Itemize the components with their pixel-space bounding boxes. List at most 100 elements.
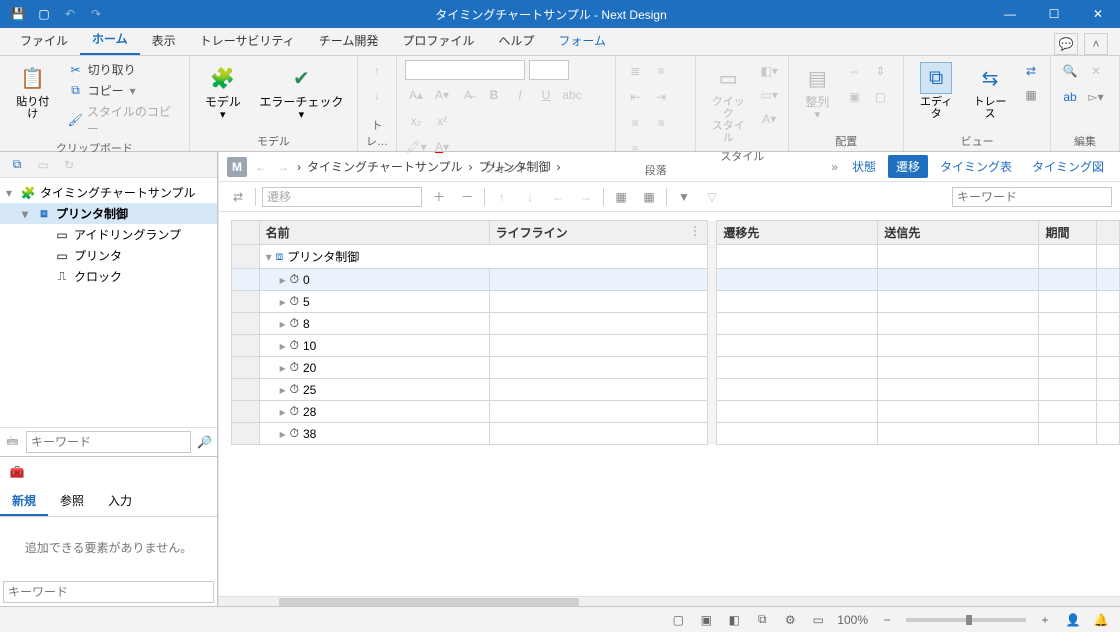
delete-icon[interactable]: ✕ [1085, 60, 1107, 82]
ptab-input[interactable]: 入力 [96, 487, 144, 516]
type-combo[interactable]: 遷移 [262, 187, 422, 207]
panel-search-input[interactable] [3, 581, 214, 603]
align-center-icon[interactable]: ≡ [650, 112, 672, 134]
superscript-icon[interactable]: x² [431, 110, 453, 132]
horizontal-scrollbar[interactable] [219, 596, 1120, 606]
replace-icon[interactable]: ab [1059, 86, 1081, 108]
decrease-font-icon[interactable]: A▾ [431, 84, 453, 106]
editor-button[interactable]: ⧉エディタ [912, 60, 960, 122]
tab-file[interactable]: ファイル [8, 26, 80, 55]
subscript-icon[interactable]: x₂ [405, 110, 427, 132]
sb-icon-6[interactable]: ▭ [809, 611, 827, 629]
table-row[interactable]: ▸⏱38 [232, 423, 1120, 445]
table-row[interactable]: ▸⏱0 [232, 269, 1120, 291]
dist-h-icon[interactable]: ⇔ [844, 60, 866, 82]
quickstyle-button[interactable]: ▭クイック スタイル [704, 60, 752, 146]
copy-button[interactable]: ⧉コピー▾ [64, 81, 181, 100]
arrow-up-icon[interactable]: ↑ [366, 60, 388, 82]
ptab-ref[interactable]: 参照 [48, 487, 96, 516]
view-timing-table[interactable]: タイミング表 [932, 155, 1020, 178]
move-up-icon[interactable]: ↑ [491, 186, 513, 208]
tree-item-printer-control[interactable]: ▾⧈プリンタ制御 [0, 203, 217, 224]
font-family-combo[interactable] [405, 60, 525, 80]
bold-icon[interactable]: B [483, 84, 505, 106]
col-lifeline[interactable]: ライフライン⋮ [489, 221, 708, 245]
filter-icon[interactable]: ▼ [673, 186, 695, 208]
increase-font-icon[interactable]: A▴ [405, 84, 427, 106]
save-icon[interactable]: 💾 [6, 2, 30, 26]
view-transition[interactable]: 遷移 [888, 155, 928, 178]
table-row[interactable]: ▸⏱25 [232, 379, 1120, 401]
col-dest[interactable]: 遷移先 [717, 221, 878, 245]
filter-clear-icon[interactable]: ▽ [701, 186, 723, 208]
redo-icon[interactable]: ↷ [84, 2, 108, 26]
tab-help[interactable]: ヘルプ [486, 26, 546, 55]
move-right-icon[interactable]: → [575, 186, 597, 208]
stylecopy-button[interactable]: 🖌スタイルのコピー [64, 102, 181, 138]
sb-icon-4[interactable]: ⧉ [753, 611, 771, 629]
italic-icon[interactable]: I [509, 84, 531, 106]
outdent-icon[interactable]: ⇤ [624, 86, 646, 108]
select-icon[interactable]: ▻▾ [1085, 86, 1107, 108]
new-icon[interactable]: ▢ [32, 2, 56, 26]
bullets-icon[interactable]: ≣ [624, 60, 646, 82]
paste-button[interactable]: 📋 貼り付け [8, 60, 58, 122]
numbering-icon[interactable]: ≡ [650, 60, 672, 82]
crumb-1[interactable]: プリンタ制御 [479, 158, 551, 175]
trace-button[interactable]: ⇆トレース [966, 60, 1014, 122]
sb-icon-5[interactable]: ⚙ [781, 611, 799, 629]
sb-bell-icon[interactable]: 🔔 [1092, 611, 1110, 629]
table-row[interactable]: ▸⏱10 [232, 335, 1120, 357]
move-left-icon[interactable]: ← [547, 186, 569, 208]
fill-icon[interactable]: ◧▾ [758, 60, 780, 82]
errorcheck-button[interactable]: ✔エラーチェック ▾ [254, 60, 349, 123]
table2-icon[interactable]: ▦ [638, 186, 660, 208]
grid-icon[interactable]: ▦ [1020, 84, 1042, 106]
feedback-icon[interactable]: 💬 [1054, 33, 1078, 55]
cut-button[interactable]: ✂切り取り [64, 60, 181, 79]
table-row[interactable]: ▸⏱8 [232, 313, 1120, 335]
tree-item-idling-lamp[interactable]: ▭アイドリングランプ [0, 224, 217, 245]
kw-search-icon[interactable]: 🔎 [195, 431, 214, 453]
front-icon[interactable]: ▣ [844, 86, 866, 108]
view-state[interactable]: 状態 [844, 155, 884, 178]
font-size-combo[interactable] [529, 60, 569, 80]
tree-item-clock[interactable]: ⎍クロック [0, 266, 217, 287]
remove-icon[interactable]: － [456, 186, 478, 208]
tree-root[interactable]: ▾🧩タイミングチャートサンプル [0, 182, 217, 203]
sb-icon-1[interactable]: ▢ [669, 611, 687, 629]
clear-format-icon[interactable]: A̶ [457, 84, 479, 106]
tab-home[interactable]: ホーム [80, 24, 140, 55]
tree-icon[interactable]: ⧉ [6, 154, 28, 176]
tab-team[interactable]: チーム開発 [307, 26, 391, 55]
arrow-down-icon[interactable]: ↓ [366, 84, 388, 106]
sync-icon[interactable]: ⇄ [1020, 60, 1042, 82]
model-button[interactable]: 🧩モデル ▾ [198, 60, 248, 123]
table-icon[interactable]: ▦ [610, 186, 632, 208]
kw-mode-icon[interactable]: 🖮 [3, 431, 22, 453]
zoom-in-icon[interactable]: + [1036, 611, 1054, 629]
tab-profile[interactable]: プロファイル [390, 26, 486, 55]
strike-icon[interactable]: abc [561, 84, 583, 106]
dist-v-icon[interactable]: ⇕ [870, 60, 892, 82]
zoom-out-icon[interactable]: − [878, 611, 896, 629]
collapse-ribbon-icon[interactable]: ˄ [1084, 33, 1108, 55]
back-icon[interactable]: ▢ [870, 86, 892, 108]
col-send[interactable]: 送信先 [878, 221, 1039, 245]
undo-icon[interactable]: ↶ [58, 2, 82, 26]
sb-icon-2[interactable]: ▣ [697, 611, 715, 629]
grid-parent-row[interactable]: ▾⧈プリンタ制御 [232, 245, 1120, 269]
table-row[interactable]: ▸⏱20 [232, 357, 1120, 379]
zoom-slider[interactable] [906, 618, 1026, 622]
textcolor2-icon[interactable]: A▾ [758, 108, 780, 130]
crumb-0[interactable]: タイミングチャートサンプル [307, 158, 463, 175]
minimize-button[interactable]: ― [988, 0, 1032, 28]
indent-icon[interactable]: ⇥ [650, 86, 672, 108]
table-row[interactable]: ▸⏱28 [232, 401, 1120, 423]
underline-icon[interactable]: U [535, 84, 557, 106]
view-timing-diagram[interactable]: タイミング図 [1024, 155, 1112, 178]
tree-btn2-icon[interactable]: ▭ [32, 154, 54, 176]
shuffle-icon[interactable]: ⇄ [227, 186, 249, 208]
tab-form[interactable]: フォーム [546, 26, 618, 55]
table-row[interactable]: ▸⏱5 [232, 291, 1120, 313]
